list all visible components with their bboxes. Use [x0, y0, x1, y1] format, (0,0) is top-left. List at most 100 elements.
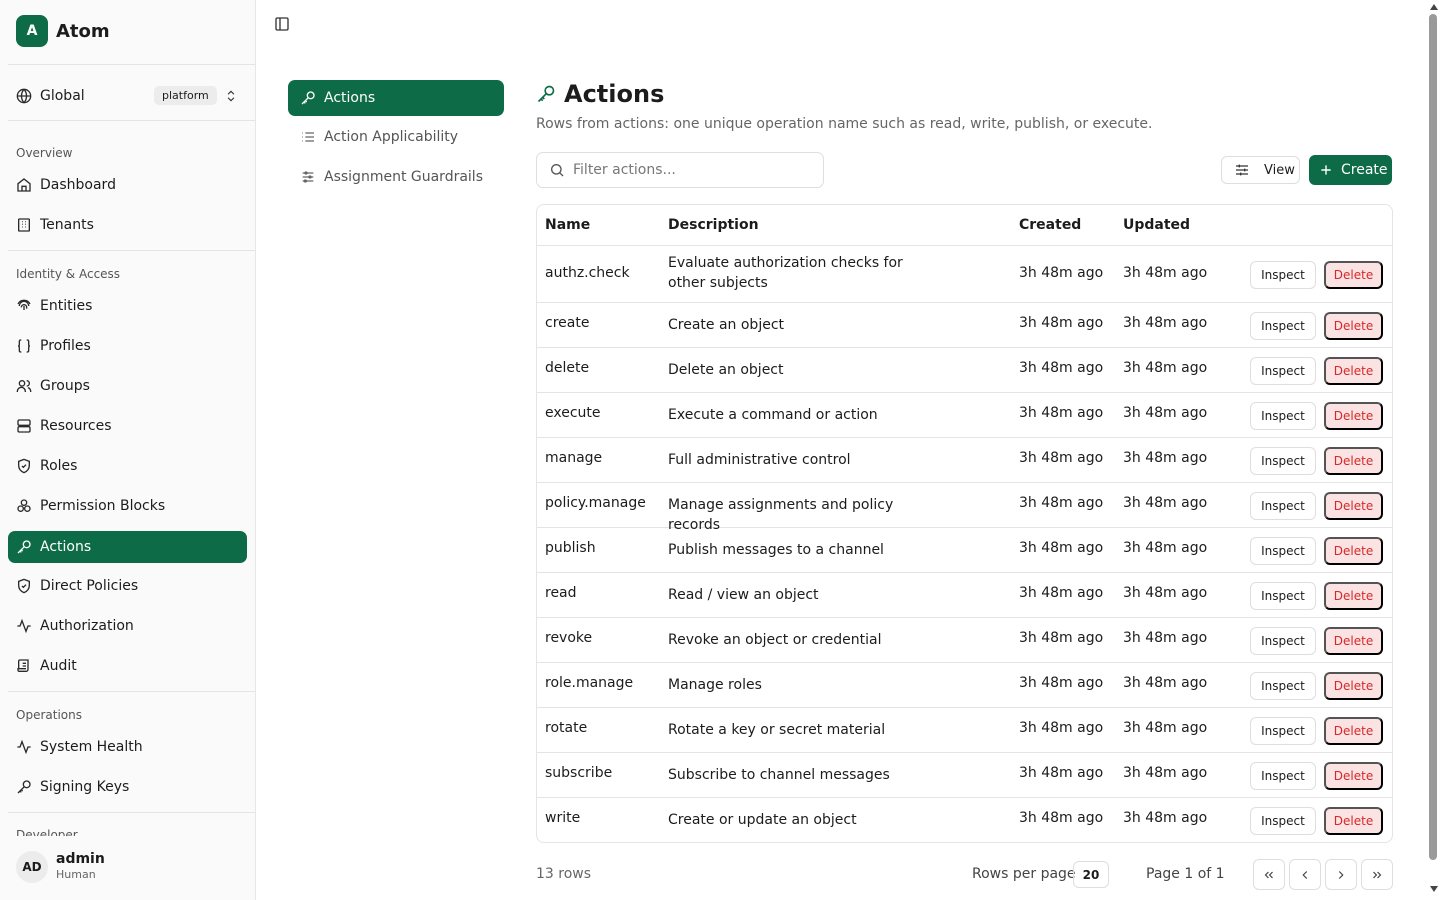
- inspect-button[interactable]: Inspect: [1250, 717, 1316, 745]
- scroll-up-arrow-icon[interactable]: [1430, 4, 1438, 10]
- sidebar-item-entities[interactable]: Entities: [8, 290, 247, 322]
- table-row: policy.manage Manage assignments and poli…: [537, 483, 1392, 533]
- inspect-button[interactable]: Inspect: [1250, 807, 1316, 835]
- column-header-updated[interactable]: Updated: [1123, 217, 1190, 233]
- scroll-down-arrow-icon[interactable]: [1430, 886, 1438, 892]
- sidebar-item-permission-blocks[interactable]: Permission Blocks: [8, 490, 247, 522]
- sidebar-item-roles[interactable]: Roles: [8, 450, 247, 482]
- cell-name: policy.manage: [545, 495, 646, 511]
- sidebar-item-authorization[interactable]: Authorization: [8, 610, 247, 642]
- chevrons-up-down-icon: [224, 88, 238, 104]
- sidebar-item-dashboard[interactable]: Dashboard: [8, 169, 247, 201]
- sidebar: A Atom Global platform Overview Dashboar…: [0, 0, 256, 900]
- cell-name: revoke: [545, 630, 593, 646]
- view-button[interactable]: View: [1221, 156, 1300, 184]
- scrollbar-thumb[interactable]: [1429, 14, 1437, 860]
- delete-button[interactable]: Delete: [1324, 402, 1383, 430]
- search-box[interactable]: [536, 152, 824, 188]
- sidebar-item-audit[interactable]: Audit: [8, 650, 247, 682]
- rows-per-page-label: Rows per page: [972, 866, 1076, 882]
- avatar: AD: [16, 851, 48, 883]
- sidebar-item-profiles[interactable]: Profiles: [8, 330, 247, 362]
- delete-button[interactable]: Delete: [1324, 762, 1383, 790]
- delete-button[interactable]: Delete: [1324, 261, 1383, 289]
- divider: [8, 812, 255, 813]
- subnav-item-assignment-guardrails[interactable]: Assignment Guardrails: [288, 159, 504, 195]
- delete-button[interactable]: Delete: [1324, 492, 1383, 520]
- key-icon: [300, 90, 316, 106]
- sidebar-item-direct-policies[interactable]: Direct Policies: [8, 570, 247, 602]
- inspect-button[interactable]: Inspect: [1250, 402, 1316, 430]
- column-header-name[interactable]: Name: [545, 217, 590, 233]
- inspect-button[interactable]: Inspect: [1250, 537, 1316, 565]
- app-name: Atom: [56, 20, 110, 42]
- sidebar-toggle-button[interactable]: [272, 14, 292, 34]
- next-page-button[interactable]: [1325, 859, 1357, 890]
- sidebar-item-label: Direct Policies: [40, 578, 139, 594]
- cell-name: authz.check: [545, 265, 630, 281]
- last-page-button[interactable]: [1361, 859, 1393, 890]
- page-header: Actions: [536, 80, 664, 108]
- sidebar-item-label: Permission Blocks: [40, 498, 166, 514]
- scope-label: Global: [40, 88, 85, 104]
- globe-icon: [16, 88, 32, 104]
- delete-button[interactable]: Delete: [1324, 447, 1383, 475]
- cell-updated: 3h 48m ago: [1123, 360, 1208, 376]
- sliders-horizontal-icon: [1234, 162, 1250, 178]
- inspect-button[interactable]: Inspect: [1250, 492, 1316, 520]
- previous-page-button[interactable]: [1289, 859, 1321, 890]
- inspect-button[interactable]: Inspect: [1250, 261, 1316, 289]
- inspect-button[interactable]: Inspect: [1250, 672, 1316, 700]
- delete-button[interactable]: Delete: [1324, 582, 1383, 610]
- delete-button[interactable]: Delete: [1324, 627, 1383, 655]
- cell-updated: 3h 48m ago: [1123, 675, 1208, 691]
- delete-button[interactable]: Delete: [1324, 312, 1383, 340]
- user-menu[interactable]: AD admin Human: [16, 851, 105, 883]
- row-count: 13 rows: [536, 866, 592, 882]
- cell-updated: 3h 48m ago: [1123, 585, 1208, 601]
- divider: [8, 120, 255, 121]
- sidebar-item-signing-keys[interactable]: Signing Keys: [8, 771, 247, 803]
- shield-check-icon: [16, 578, 32, 594]
- sidebar-item-tenants[interactable]: Tenants: [8, 209, 247, 241]
- column-header-created[interactable]: Created: [1019, 217, 1081, 233]
- subnav-item-label: Assignment Guardrails: [324, 169, 483, 185]
- plus-icon: [1319, 163, 1333, 177]
- panel-left-icon: [274, 16, 290, 32]
- cell-description: Create or update an object: [668, 812, 857, 828]
- cell-created: 3h 48m ago: [1019, 585, 1104, 601]
- brand[interactable]: A Atom: [16, 15, 110, 47]
- cell-created: 3h 48m ago: [1019, 360, 1104, 376]
- activity-icon: [16, 739, 32, 755]
- key-icon: [16, 539, 32, 555]
- search-input[interactable]: [573, 162, 813, 178]
- subnav-item-actions[interactable]: Actions: [288, 80, 504, 116]
- inspect-button[interactable]: Inspect: [1250, 447, 1316, 475]
- sidebar-item-groups[interactable]: Groups: [8, 370, 247, 402]
- inspect-button[interactable]: Inspect: [1250, 582, 1316, 610]
- rows-per-page-select[interactable]: 20: [1073, 861, 1109, 888]
- sidebar-item-system-health[interactable]: System Health: [8, 731, 247, 763]
- delete-button[interactable]: Delete: [1324, 807, 1383, 835]
- sidebar-item-actions[interactable]: Actions: [8, 531, 247, 563]
- sidebar-item-resources[interactable]: Resources: [8, 410, 247, 442]
- cell-name: subscribe: [545, 765, 613, 781]
- inspect-button[interactable]: Inspect: [1250, 627, 1316, 655]
- inspect-button[interactable]: Inspect: [1250, 762, 1316, 790]
- table-header: Name Description Created Updated: [537, 205, 1392, 246]
- create-button[interactable]: Create: [1309, 155, 1392, 185]
- first-page-button[interactable]: [1253, 859, 1285, 890]
- chevron-left-icon: [1298, 868, 1312, 882]
- delete-button[interactable]: Delete: [1324, 672, 1383, 700]
- inspect-button[interactable]: Inspect: [1250, 312, 1316, 340]
- inspect-button[interactable]: Inspect: [1250, 357, 1316, 385]
- page-scrollbar[interactable]: [1426, 0, 1440, 900]
- cell-description: Manage roles: [668, 677, 762, 693]
- column-header-description[interactable]: Description: [668, 217, 759, 233]
- delete-button[interactable]: Delete: [1324, 537, 1383, 565]
- subnav-item-action-applicability[interactable]: Action Applicability: [288, 119, 504, 155]
- divider: [8, 64, 255, 65]
- scope-switcher[interactable]: Global platform: [8, 80, 247, 112]
- delete-button[interactable]: Delete: [1324, 717, 1383, 745]
- delete-button[interactable]: Delete: [1324, 357, 1383, 385]
